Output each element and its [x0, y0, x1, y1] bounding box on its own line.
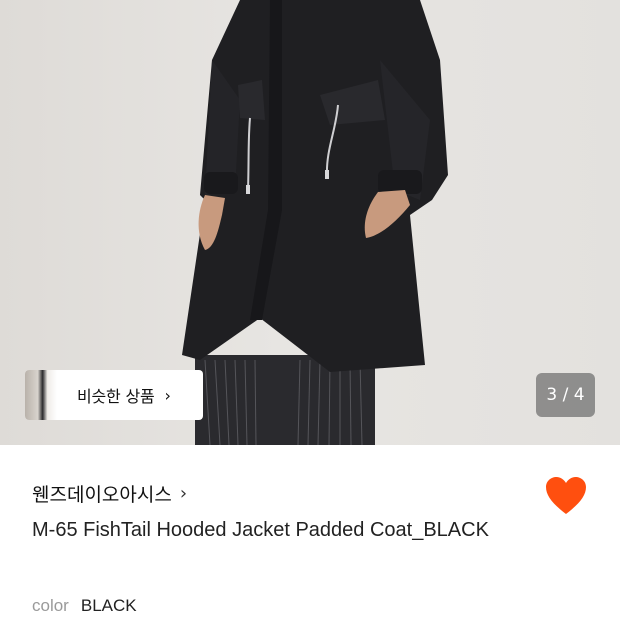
product-title: M-65 FishTail Hooded Jacket Padded Coat_… — [32, 519, 489, 541]
product-option: color BLACK — [32, 596, 137, 616]
heart-icon — [546, 477, 586, 514]
wishlist-button[interactable] — [545, 476, 587, 516]
product-image[interactable]: 비슷한 상품 › 3 / 4 — [0, 0, 620, 445]
image-counter: 3 / 4 — [536, 373, 595, 417]
chevron-right-icon: › — [179, 483, 188, 504]
product-info: 웬즈데이오아시스 › M-65 FishTail Hooded Jacket P… — [0, 445, 620, 620]
similar-products-label: 비슷한 상품 — [77, 387, 155, 406]
similar-products-button[interactable]: 비슷한 상품 › — [25, 370, 203, 420]
brand-link[interactable]: 웬즈데이오아시스 › — [32, 480, 187, 507]
option-value: BLACK — [80, 596, 137, 615]
chevron-right-icon: › — [164, 385, 171, 405]
similar-product-thumbnail — [25, 370, 57, 420]
brand-name: 웬즈데이오아시스 — [32, 484, 172, 506]
option-label: color — [32, 596, 69, 615]
